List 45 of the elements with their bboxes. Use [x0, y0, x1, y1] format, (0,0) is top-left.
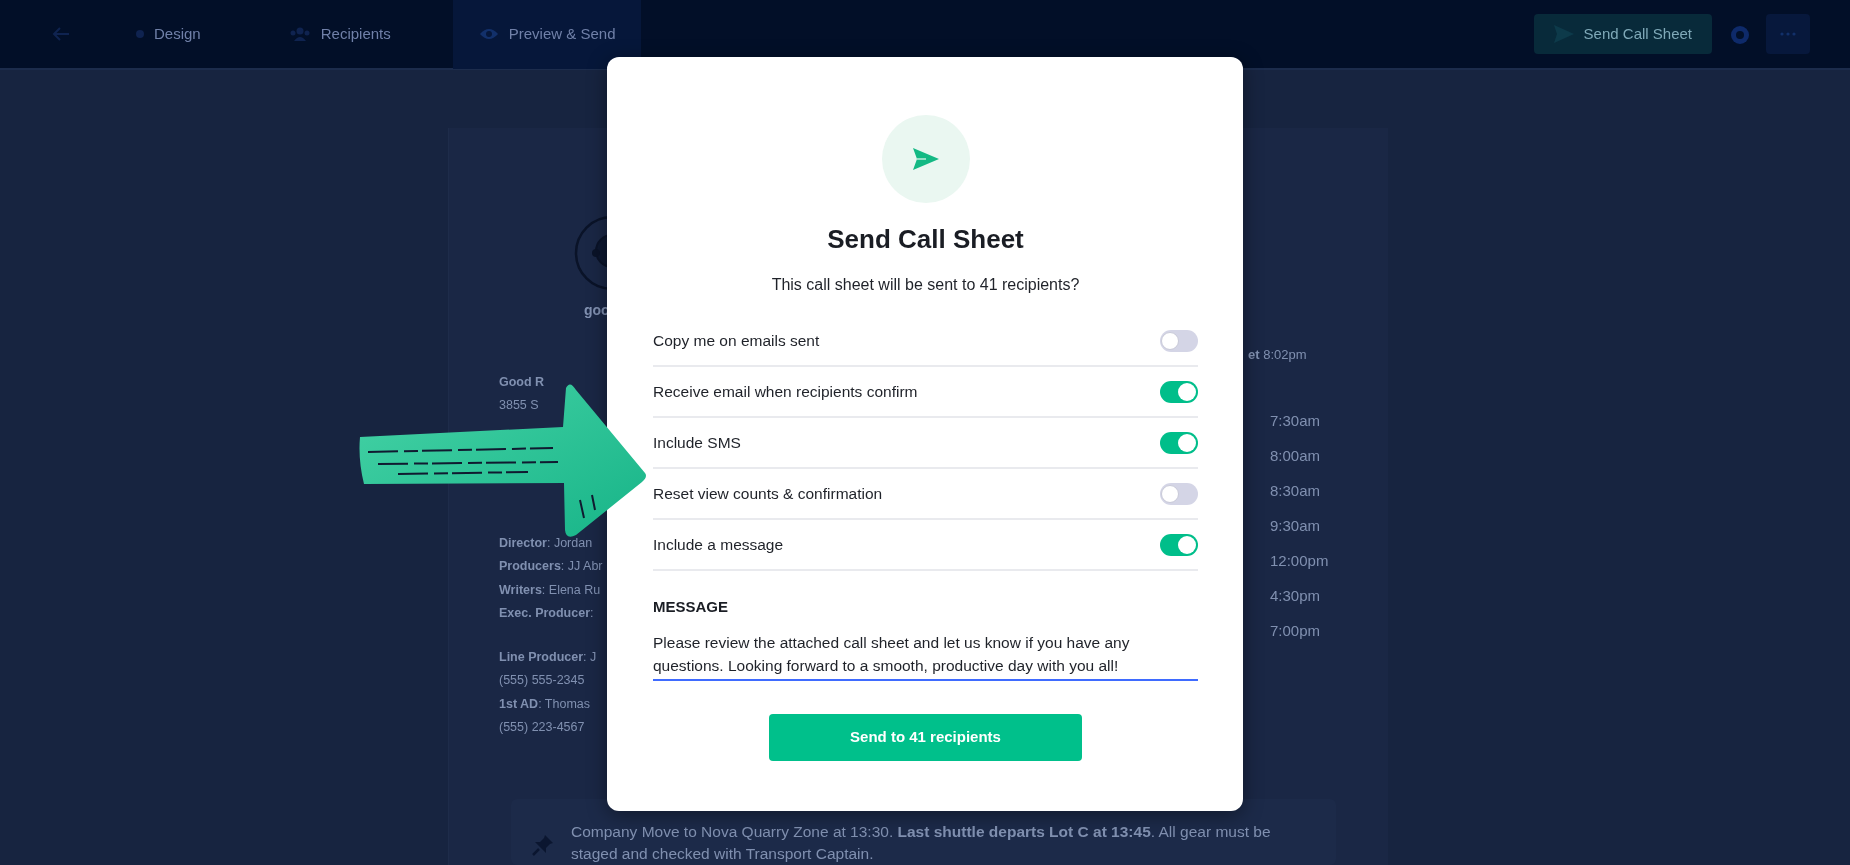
time-text: 8:30am	[1270, 481, 1321, 501]
toggle-switch[interactable]	[1160, 533, 1198, 556]
note-text: Company Move to Nova Quarry Zone at 13:30. Last shuttle departs Lot C at 13:45. All gear must be staged and checked with Transport Captain.	[571, 822, 1272, 864]
option-label: Receive email when recipients confirm	[653, 381, 918, 402]
eye-icon	[478, 27, 499, 41]
option-label: Copy me on emails sent	[653, 330, 820, 351]
toggle-switch[interactable]	[1160, 431, 1198, 454]
nav-tab[interactable]: Preview & Send	[452, 0, 642, 69]
time-text: 4:30pm	[1270, 586, 1321, 606]
toggle-switch[interactable]	[1160, 380, 1198, 403]
menu-button[interactable]	[1766, 14, 1810, 54]
detail-text: Good R	[499, 373, 545, 391]
toggle-switch[interactable]	[1160, 329, 1198, 352]
time-text: 12:00pm	[1270, 551, 1329, 571]
time-text: 9:30am	[1270, 516, 1321, 536]
pin-icon	[531, 833, 555, 857]
time-text: 7:00pm	[1270, 621, 1321, 641]
sunset-text: et 8:02pm	[1248, 346, 1307, 364]
detail-text: Producers: JJ Abr	[499, 558, 603, 575]
option-label: Reset view counts & confirmation	[653, 483, 883, 504]
toggle-switch[interactable]	[1160, 482, 1198, 505]
more-icon	[1780, 32, 1796, 36]
detail-text: Director: Jordan	[499, 534, 593, 552]
detail-text: Exec. Producer:	[499, 605, 594, 622]
circle-icon	[1730, 24, 1750, 45]
detail-text: Writers: Elena Ru	[499, 581, 601, 599]
nav-tab[interactable]: Recipients	[262, 0, 417, 69]
back-arrow-icon	[52, 27, 70, 41]
option-label: Include a message	[653, 534, 784, 555]
people-icon	[288, 27, 311, 41]
dot-icon	[136, 30, 144, 38]
nav-tab[interactable]: Design	[110, 0, 227, 69]
dialog-title: Send Call Sheet	[826, 224, 1025, 254]
detail-text: (555) 555-2345	[499, 672, 585, 689]
time-text: 7:30am	[1270, 411, 1321, 431]
detail-text: Line Producer: J	[499, 648, 597, 666]
detail-text: 3855 S	[499, 397, 539, 414]
time-text: 8:00am	[1270, 446, 1321, 466]
message-label: MESSAGE	[653, 597, 729, 617]
option-label: Include SMS	[653, 432, 741, 453]
dialog-subtitle: This call sheet will be sent to 41 recipients?	[770, 275, 1081, 295]
detail-text: (555) 223-4567	[499, 719, 585, 736]
send-icon	[912, 148, 939, 170]
send-call-sheet-button[interactable]: Send Call Sheet	[1533, 14, 1712, 54]
detail-text: 1st AD: Thomas	[499, 695, 590, 713]
